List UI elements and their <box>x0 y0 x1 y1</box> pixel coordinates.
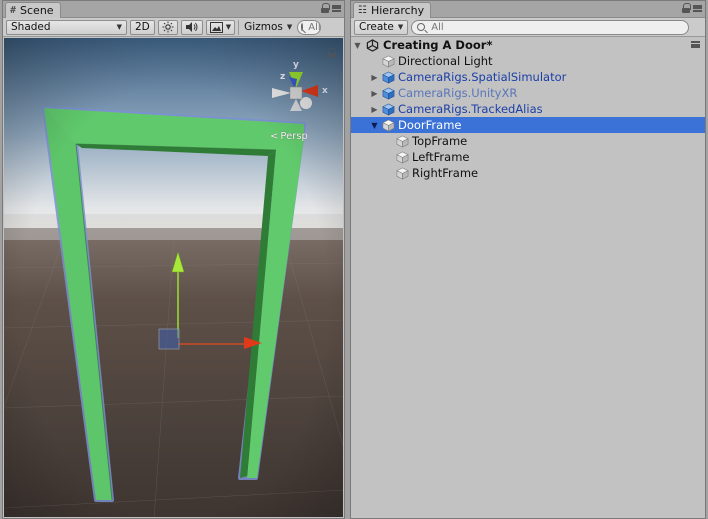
scene-search-text: All <box>308 21 321 33</box>
foldout-expanded-icon[interactable]: ▼ <box>353 41 362 50</box>
chevron-down-icon: ▼ <box>225 23 232 31</box>
hierarchy-row[interactable]: ▶ CameraRigs.UnityXR <box>351 85 705 101</box>
chevron-down-icon: ▼ <box>286 23 293 31</box>
list-icon: ☷ <box>358 5 367 16</box>
view-lock-icon[interactable] <box>327 48 336 58</box>
lock-icon[interactable] <box>682 3 691 13</box>
scene-root-row[interactable]: ▼ Creating A Door* <box>351 37 705 53</box>
shading-mode-label: Shaded <box>11 21 51 33</box>
mode-2d-toggle[interactable]: 2D <box>130 19 155 35</box>
prefab-cube-icon <box>382 103 395 116</box>
speaker-icon <box>185 22 198 32</box>
hierarchy-tab-label: Hierarchy <box>370 4 425 17</box>
hierarchy-row[interactable]: LeftFrame <box>351 149 705 165</box>
lighting-toggle[interactable] <box>157 19 178 35</box>
scene-menu-icon[interactable] <box>691 41 700 48</box>
hierarchy-row[interactable]: RightFrame <box>351 165 705 181</box>
sun-icon <box>162 21 174 33</box>
tab-hierarchy[interactable]: ☷ Hierarchy <box>353 2 432 18</box>
hierarchy-row[interactable]: ▶ CameraRigs.TrackedAlias <box>351 101 705 117</box>
search-icon <box>417 23 426 31</box>
gameobject-cube-icon <box>382 119 395 132</box>
chevron-down-icon: ▼ <box>397 23 404 31</box>
shading-mode-dropdown[interactable]: Shaded ▼ <box>6 19 127 35</box>
perspective-arrow-icon: < <box>270 131 279 142</box>
hierarchy-panel: ☷ Hierarchy Create ▼ All ▼ Creating A Do… <box>350 0 706 519</box>
hierarchy-item-label: RightFrame <box>412 166 479 180</box>
image-effects-icon <box>209 21 223 33</box>
hierarchy-item-label: CameraRigs.UnityXR <box>398 86 518 100</box>
prefab-cube-icon <box>382 87 395 100</box>
create-label: Create <box>359 21 394 33</box>
viewport-vignette <box>4 38 343 517</box>
hierarchy-tab-controls <box>682 3 702 13</box>
scene-tab-label: Scene <box>20 4 54 17</box>
projection-toggle[interactable]: < Persp <box>270 131 308 142</box>
foldout-expanded-icon[interactable]: ▼ <box>370 121 379 130</box>
foldout-collapsed-icon[interactable]: ▶ <box>370 89 379 98</box>
gameobject-cube-icon <box>396 167 409 180</box>
hierarchy-row[interactable]: Directional Light <box>351 53 705 69</box>
hierarchy-item-label: Directional Light <box>398 54 493 68</box>
panel-menu-icon[interactable] <box>332 4 341 12</box>
foldout-collapsed-icon[interactable]: ▶ <box>370 73 379 82</box>
hierarchy-search-input[interactable]: All <box>411 19 690 35</box>
unity-scene-icon <box>366 38 379 52</box>
hierarchy-search-placeholder: All <box>431 21 444 33</box>
scene-search-input[interactable]: All <box>297 19 322 35</box>
hierarchy-row[interactable]: TopFrame <box>351 133 705 149</box>
hierarchy-item-label: TopFrame <box>412 134 468 148</box>
gameobject-cube-icon <box>382 55 395 68</box>
hierarchy-item-label: CameraRigs.TrackedAlias <box>398 102 543 116</box>
hierarchy-row[interactable]: ▼ DoorFrame <box>351 117 705 133</box>
hierarchy-item-label: DoorFrame <box>398 118 462 132</box>
audio-toggle[interactable] <box>180 19 203 35</box>
chevron-down-icon: ▼ <box>116 23 122 31</box>
mode-2d-label: 2D <box>135 21 150 33</box>
hierarchy-item-label: LeftFrame <box>412 150 470 164</box>
scene-toolbar: Shaded ▼ 2D ▼ Gizmos ▼ All <box>3 18 344 37</box>
foldout-collapsed-icon[interactable]: ▶ <box>370 105 379 114</box>
toolbar-divider <box>238 19 240 35</box>
hierarchy-item-label: CameraRigs.SpatialSimulator <box>398 70 567 84</box>
hierarchy-tab-bar: ☷ Hierarchy <box>351 1 705 18</box>
hierarchy-items: Directional Light ▶ CameraRigs.SpatialSimu… <box>351 53 705 181</box>
scene-name: Creating A Door* <box>383 38 493 52</box>
gameobject-cube-icon <box>396 151 409 164</box>
create-dropdown[interactable]: Create ▼ <box>354 19 409 35</box>
scene-render: y x z <box>4 38 343 517</box>
scene-viewport[interactable]: y x z < Persp <box>4 38 343 517</box>
hierarchy-toolbar: Create ▼ All <box>351 18 705 37</box>
scene-tab-bar: # Scene <box>3 1 344 18</box>
lock-icon[interactable] <box>321 3 330 13</box>
scene-hash-icon: # <box>10 5 17 16</box>
hierarchy-tree: ▼ Creating A Door* Directional Light ▶ Cam… <box>351 37 705 518</box>
prefab-cube-icon <box>382 71 395 84</box>
gizmos-label: Gizmos <box>244 21 283 33</box>
projection-label: Persp <box>280 131 308 142</box>
gizmos-dropdown[interactable]: Gizmos ▼ <box>242 20 294 35</box>
scene-panel: # Scene Shaded ▼ 2D ▼ Gizmos ▼ All < Per… <box>2 0 345 519</box>
search-icon <box>301 23 304 31</box>
effects-dropdown[interactable]: ▼ <box>205 19 236 35</box>
gameobject-cube-icon <box>396 135 409 148</box>
hierarchy-row[interactable]: ▶ CameraRigs.SpatialSimulator <box>351 69 705 85</box>
panel-menu-icon[interactable] <box>693 4 702 12</box>
scene-tab-controls <box>321 3 341 13</box>
tab-scene[interactable]: # Scene <box>5 2 61 18</box>
